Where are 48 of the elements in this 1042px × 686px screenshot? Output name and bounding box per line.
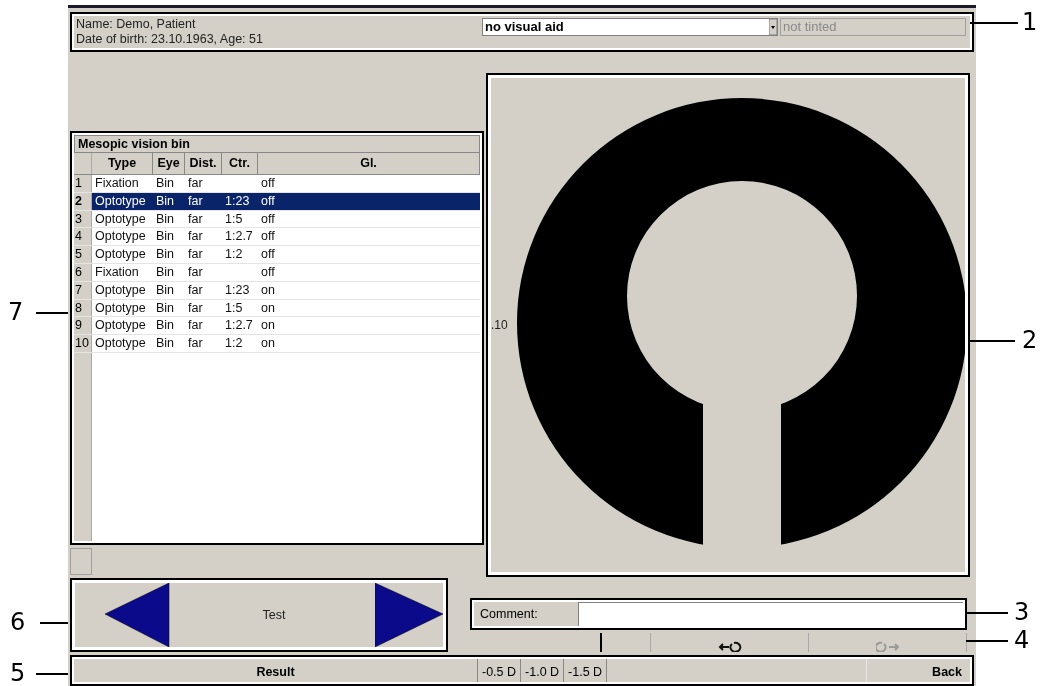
leader-line — [966, 640, 1008, 642]
table-row[interactable]: Fixation Bin far off — [92, 264, 480, 281]
rotate-right-icon — [875, 640, 900, 652]
callout-number: 3 — [1014, 598, 1030, 626]
leader-line — [36, 673, 68, 675]
table-row[interactable]: Optotype Bin far 1:2 on — [92, 335, 480, 352]
leader-line — [36, 312, 68, 314]
table-row[interactable]: Optotype Bin far 1:2 off — [92, 246, 480, 263]
test-label: Test — [262, 606, 286, 624]
row-number[interactable]: 1 — [74, 175, 92, 192]
result-button[interactable]: Result — [74, 659, 478, 682]
callout-number: 6 — [10, 608, 26, 636]
comment-label: Comment: — [474, 602, 578, 626]
row-number[interactable]: 5 — [74, 246, 92, 263]
rotate-button[interactable] — [651, 633, 810, 652]
column-header[interactable]: Gl. — [258, 153, 480, 174]
patient-birth-date: Date of birth: 23.10.1963, Age: 51 — [76, 32, 264, 47]
value-label: .10 — [491, 317, 508, 334]
correction-button[interactable]: -1.5 D — [564, 659, 608, 682]
leader-line — [40, 622, 68, 624]
row-number[interactable]: 4 — [74, 228, 92, 246]
callout-number: 7 — [8, 298, 24, 326]
callout-number: 4 — [1014, 626, 1030, 654]
table-row[interactable]: Fixation Bin far off — [92, 175, 480, 192]
column-header[interactable]: Dist. — [185, 153, 222, 174]
column-header[interactable]: Type — [92, 153, 153, 174]
dropdown-arrow-icon[interactable] — [769, 19, 777, 35]
table-row[interactable]: Optotype Bin far 1:2.7 off — [92, 228, 480, 246]
table-title: Mesopic vision bin — [74, 135, 480, 153]
previous-arrow-button[interactable] — [105, 583, 173, 647]
table-row[interactable]: Optotype Bin far 1:5 off — [92, 210, 480, 228]
row-number[interactable]: 9 — [74, 317, 92, 335]
column-header[interactable]: Eye — [153, 153, 185, 174]
table-row[interactable]: Optotype Bin far 1:23 on — [92, 281, 480, 299]
correction-button[interactable]: -1.0 D — [521, 659, 565, 682]
callout-number: 1 — [1022, 8, 1038, 36]
column-header[interactable]: Ctr. — [222, 153, 258, 174]
callout-number: 2 — [1022, 326, 1038, 354]
table-row[interactable]: Optotype Bin far 1:2.7 on — [92, 317, 480, 335]
patient-name: Name: Demo, Patient — [76, 17, 197, 32]
next-arrow-button[interactable] — [375, 583, 443, 647]
back-button[interactable]: Back — [866, 659, 970, 682]
rotate-left-icon — [717, 640, 742, 652]
correction-button[interactable]: -0.5 D — [478, 659, 522, 682]
visual-aid-dropdown[interactable]: no visual aid — [482, 18, 778, 36]
row-number[interactable]: 10 — [74, 335, 92, 352]
callout-number: 5 — [10, 659, 26, 686]
table-row[interactable]: Optotype Bin far 1:5 on — [92, 299, 480, 317]
